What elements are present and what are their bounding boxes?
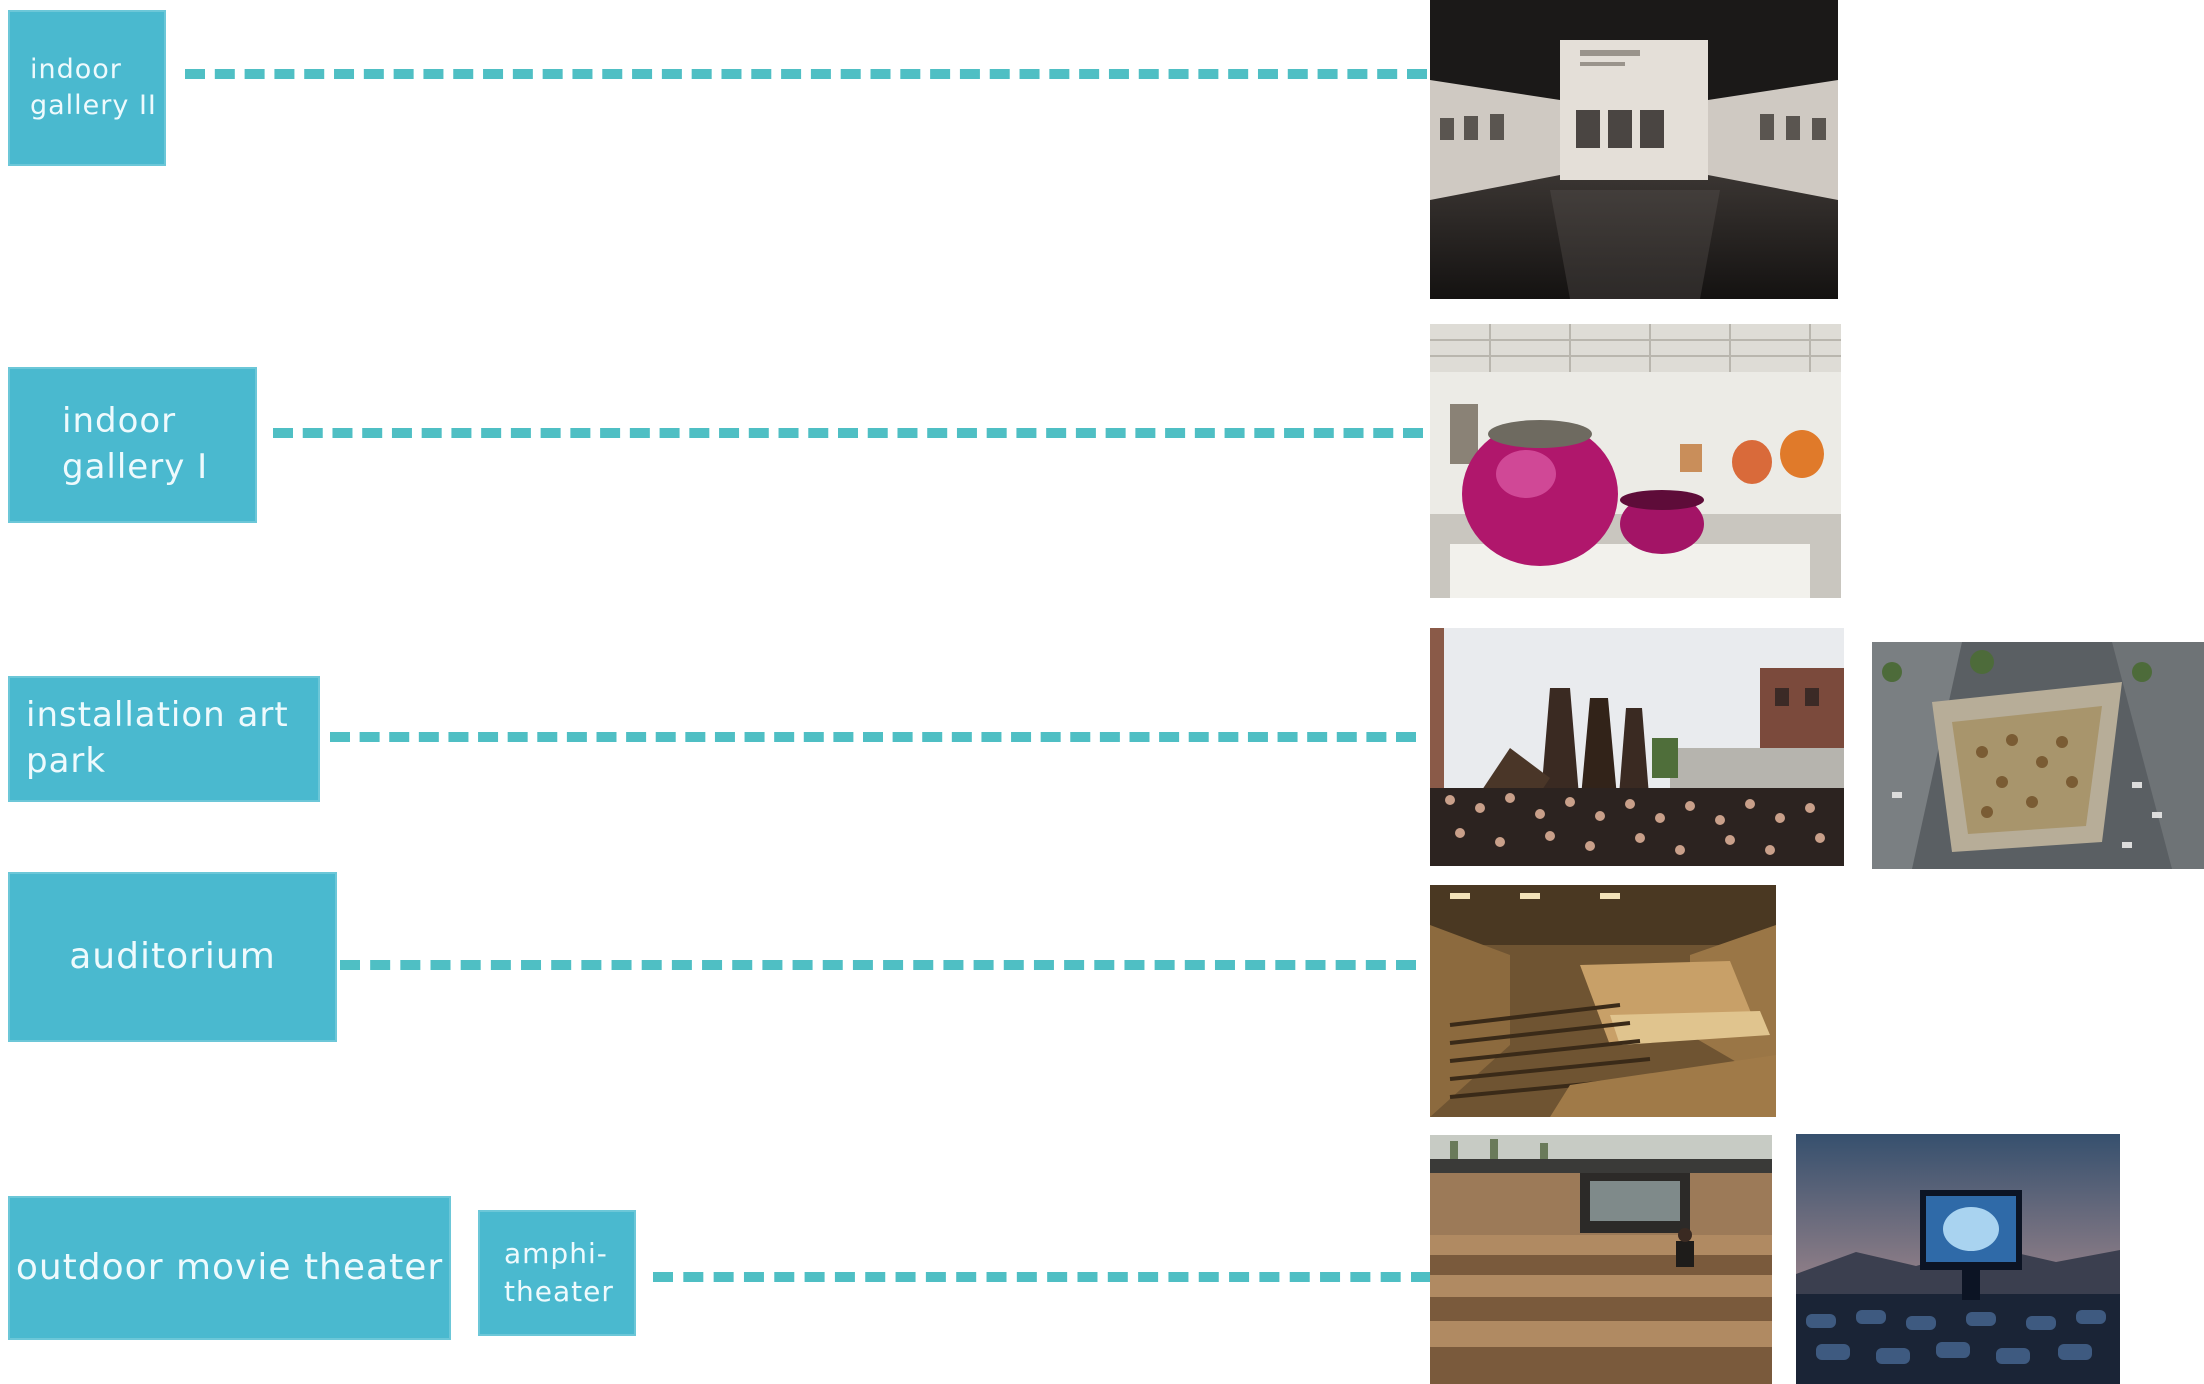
label-line: theater [504,1275,614,1308]
label-indoor-gallery-1: indoor gallery I [8,367,257,523]
label-line: installation art [26,695,289,736]
photo-indoor-gallery-1 [1430,324,1841,598]
label-line: indoor [62,401,177,442]
label-line: park [26,741,107,781]
photo-amphitheater [1430,1135,1772,1384]
photo-outdoor-movie-theater [1796,1134,2120,1384]
label-line: gallery II [30,90,157,121]
connector-installation-art-park [330,732,1416,742]
photo-auditorium [1430,885,1776,1117]
connector-auditorium [340,960,1416,970]
label-line: amphi- [504,1237,608,1271]
photo-installation-art-park-aerial [1872,642,2204,869]
label-indoor-gallery-2: indoor gallery II [8,10,166,166]
label-line: auditorium [69,935,276,977]
label-auditorium: auditorium [8,872,337,1042]
photo-indoor-gallery-2 [1430,0,1838,299]
connector-indoor-gallery-2 [185,69,1427,79]
label-installation-art-park: installation art park [8,676,320,802]
photo-installation-art-park [1430,628,1844,866]
label-line: indoor [30,53,122,85]
label-amphitheater: amphi- theater [478,1210,636,1336]
connector-amphitheater [653,1272,1431,1282]
label-line: gallery I [62,447,209,487]
connector-indoor-gallery-1 [273,428,1423,438]
label-line: outdoor movie theater [15,1246,444,1288]
label-outdoor-movie-theater: outdoor movie theater [8,1196,451,1340]
